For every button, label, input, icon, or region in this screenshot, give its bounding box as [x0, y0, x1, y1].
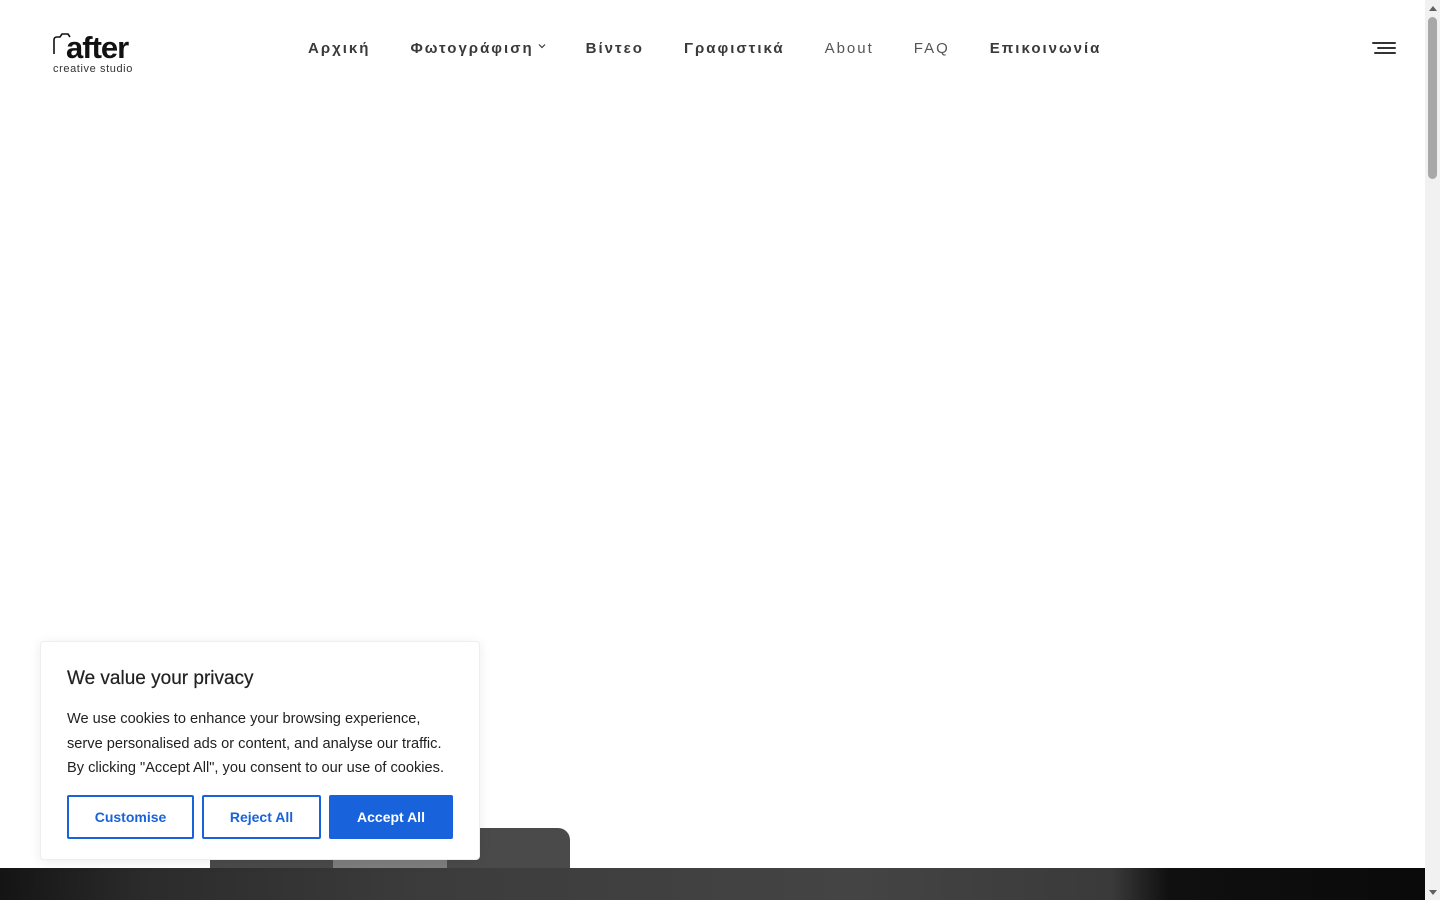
nav-item-label: Βίντεο: [585, 39, 644, 57]
scrollbar-thumb[interactable]: [1428, 17, 1437, 179]
site-header: after creative studio Αρχική Φωτογράφιση…: [0, 0, 1425, 96]
triangle-up-icon: [1428, 5, 1437, 11]
hamburger-icon[interactable]: [1372, 40, 1396, 56]
main-nav: Αρχική Φωτογράφιση Βίντεο Γραφιστικά Abo…: [308, 37, 1101, 59]
chevron-down-icon: [538, 44, 546, 49]
nav-item-label: Επικοινωνία: [989, 39, 1102, 57]
nav-item-about[interactable]: About: [825, 40, 874, 57]
cookie-title: We value your privacy: [67, 668, 254, 689]
page: after creative studio Αρχική Φωτογράφιση…: [0, 0, 1425, 900]
nav-item-label: FAQ: [913, 39, 950, 57]
hero-image-band: [0, 868, 1425, 900]
nav-item-home[interactable]: Αρχική: [308, 40, 370, 57]
triangle-down-icon: [1428, 889, 1437, 895]
nav-item-photography[interactable]: Φωτογράφιση: [410, 39, 546, 57]
accept-all-button[interactable]: Accept All: [329, 795, 453, 839]
cookie-consent-banner: We value your privacy We use cookies to …: [40, 641, 480, 860]
nav-item-faq[interactable]: FAQ: [914, 40, 950, 57]
logo-wordmark: after: [66, 30, 129, 65]
scroll-up-button[interactable]: [1425, 0, 1440, 15]
reject-all-button[interactable]: Reject All: [202, 795, 321, 839]
nav-item-label: About: [824, 39, 874, 57]
cookie-description: We use cookies to enhance your browsing …: [67, 711, 445, 776]
nav-item-label: Αρχική: [308, 39, 371, 57]
site-logo[interactable]: after creative studio: [52, 30, 152, 78]
nav-item-video[interactable]: Βίντεο: [586, 40, 644, 57]
nav-item-label: Γραφιστικά: [683, 39, 785, 57]
logo-subtitle: creative studio: [53, 63, 133, 75]
customise-button[interactable]: Customise: [67, 795, 194, 839]
nav-item-graphics[interactable]: Γραφιστικά: [684, 40, 785, 57]
page-scrollbar[interactable]: [1425, 0, 1440, 900]
scroll-down-button[interactable]: [1425, 885, 1440, 900]
nav-item-label: Φωτογράφιση: [410, 39, 534, 57]
nav-item-contact[interactable]: Επικοινωνία: [990, 40, 1102, 57]
